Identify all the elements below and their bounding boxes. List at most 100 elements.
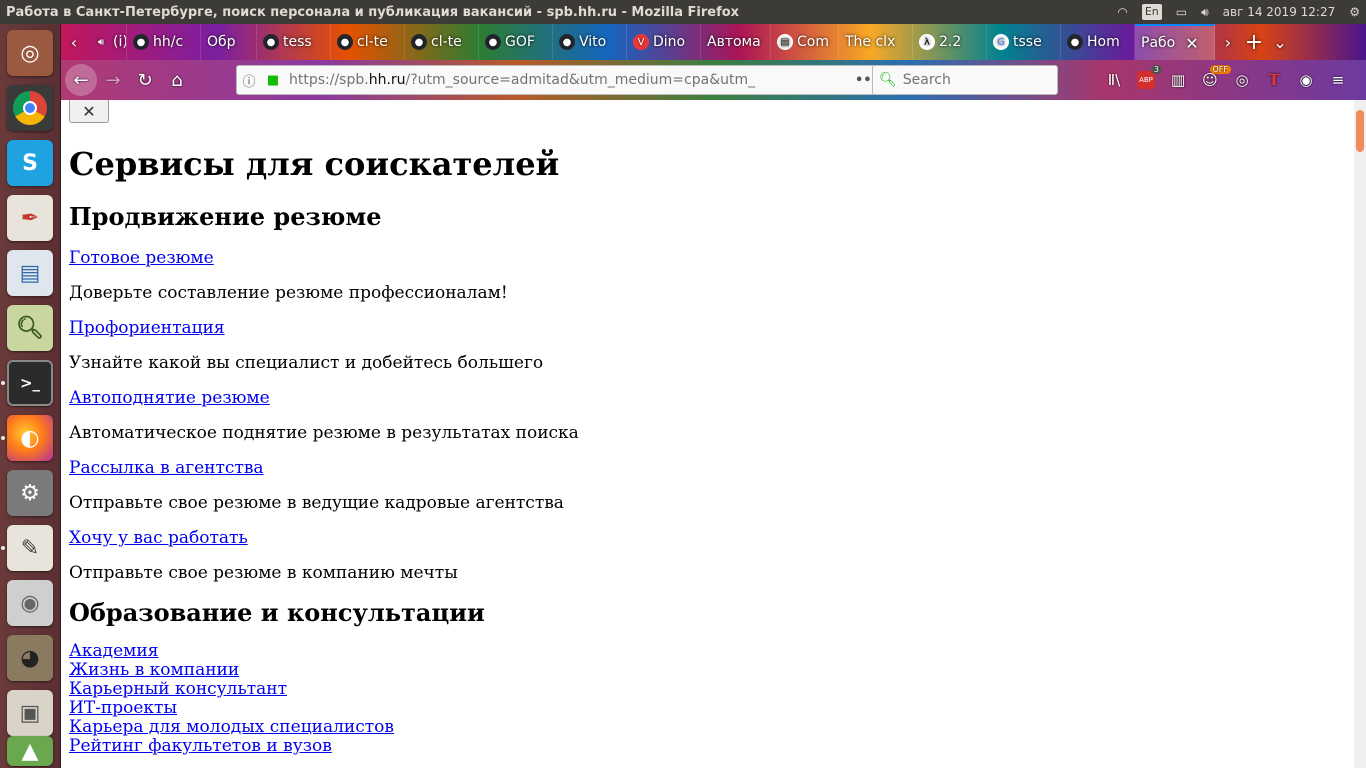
tab-label: cl-te <box>357 34 388 50</box>
account-icon[interactable]: ◉ <box>1293 67 1319 93</box>
wifi-icon[interactable]: ◠ <box>1117 5 1127 19</box>
new-tab-button[interactable]: + <box>1241 30 1267 55</box>
document-viewer-icon[interactable]: ✒ <box>7 195 53 241</box>
library-icon[interactable]: Ⅱ\ <box>1101 67 1127 93</box>
close-button[interactable]: ✕ <box>69 100 109 123</box>
home-button[interactable]: ⌂ <box>161 64 193 96</box>
education-link[interactable]: Карьерный консультант <box>69 680 1269 699</box>
globe-icon[interactable]: ◎ <box>1229 67 1255 93</box>
url-text[interactable]: https://spb.hh.ru/?utm_source=admitad&ut… <box>285 72 855 88</box>
tab-label: Com <box>797 34 829 50</box>
tab-label: Рабо <box>1141 35 1176 51</box>
browser-tab[interactable]: ● Hom <box>1061 24 1135 60</box>
google-icon: G <box>993 34 1009 50</box>
audio-icon: 🔊︎ <box>97 36 105 48</box>
browser-tab[interactable]: Рабо ✕ <box>1135 24 1215 60</box>
browser-tab[interactable]: ● Vito <box>553 24 627 60</box>
site-info-icon[interactable]: ⓘ <box>237 71 261 90</box>
tab-bar: ‹ 🔊︎ (i) ● hh/c Обр ● tess ● cl-te ● cl-te ● GOF ● Vit… <box>61 24 1366 60</box>
close-tab-icon[interactable]: ✕ <box>1185 34 1198 53</box>
service-link[interactable]: Хочу у вас работать <box>69 528 1269 548</box>
browser-tab[interactable]: ▤ Com <box>771 24 839 60</box>
section-title-education: Образование и консультации <box>69 598 485 627</box>
page-scrollbar[interactable] <box>1354 100 1366 768</box>
skype-icon[interactable]: S <box>7 140 53 186</box>
menu-hamburger-icon[interactable]: ≡ <box>1325 67 1351 93</box>
service-link[interactable]: Готовое резюме <box>69 248 1269 268</box>
browser-tab[interactable]: 🔊︎ (i) <box>87 24 127 60</box>
education-link[interactable]: Карьера для молодых специалистов <box>69 718 1269 737</box>
page-title: Сервисы для соискателей <box>69 145 560 183</box>
reload-button[interactable]: ↻ <box>129 64 161 96</box>
libreoffice-impress-icon[interactable]: ▤ <box>7 250 53 296</box>
browser-tab[interactable]: ● hh/c <box>127 24 201 60</box>
education-link[interactable]: ИТ-проекты <box>69 699 1269 718</box>
education-link[interactable]: Рейтинг факультетов и вузов <box>69 737 1269 756</box>
firefox-icon[interactable]: ◐ <box>7 415 53 461</box>
ubuntu-dash-icon[interactable]: ◎ <box>7 30 53 76</box>
toolbar-extensions: Ⅱ\ ABP 3 ▥ ☺ OFF ◎ T ◉ ≡ <box>1101 64 1351 96</box>
system-settings-icon[interactable]: ⚙ <box>7 470 53 516</box>
dvd-icon[interactable]: ◉ <box>7 580 53 626</box>
scrollbar-thumb[interactable] <box>1356 110 1364 152</box>
education-link[interactable]: Академия <box>69 642 1269 661</box>
service-link[interactable]: Автоподнятие резюме <box>69 388 1269 408</box>
translate-t-icon[interactable]: T <box>1261 67 1287 93</box>
extension-off-icon[interactable]: ☺ OFF <box>1197 65 1231 93</box>
service-description: Доверьте составление резюме профессионал… <box>69 283 508 303</box>
search-bar[interactable]: 🔍︎ Search <box>872 65 1058 95</box>
github-icon: ● <box>133 34 149 50</box>
window-title: Работа в Санкт-Петербурге, поиск персона… <box>6 4 740 20</box>
scroll-tabs-left-icon[interactable]: ‹ <box>61 33 87 52</box>
page-content: ✕ Сервисы для соискателей Продвижение ре… <box>61 100 1354 768</box>
education-link[interactable]: Жизнь в компании <box>69 661 1269 680</box>
browser-tab[interactable]: ● tess <box>257 24 331 60</box>
settings-gear-icon[interactable]: ⚙ <box>1349 5 1360 19</box>
clock[interactable]: авг 14 2019 12:27 <box>1223 5 1336 19</box>
text-editor-icon[interactable]: ✎ <box>7 525 53 571</box>
browser-tab[interactable]: ● GOF <box>479 24 553 60</box>
unity-launcher: ◎ S ✒ ▤ 🔍︎ >_ ◐ ⚙ ✎ ◉ ◕ ▣ ▲ <box>0 24 61 768</box>
service-link[interactable]: Профориентация <box>69 318 1269 338</box>
forward-button[interactable]: → <box>97 64 129 96</box>
content-area: Сервисы для соискателей Продвижение резю… <box>69 144 1269 756</box>
secure-lock-icon[interactable]: ■ <box>261 73 285 88</box>
browser-tab[interactable]: Обр <box>201 24 257 60</box>
browser-tab[interactable]: ● cl-te <box>405 24 479 60</box>
search-input[interactable]: Search <box>903 72 951 88</box>
url-bar[interactable]: ⓘ ■ https://spb.hh.ru/?utm_source=admita… <box>236 65 928 95</box>
service-description: Отправьте свое резюме в компанию мечты <box>69 563 458 583</box>
terminal-icon[interactable]: >_ <box>7 360 53 406</box>
chrome-icon[interactable] <box>7 85 53 131</box>
top-panel: Работа в Санкт-Петербурге, поиск персона… <box>0 0 1366 24</box>
browser-tab[interactable]: ● cl-te <box>331 24 405 60</box>
tab-label: cl-te <box>431 34 462 50</box>
running-indicator <box>1 436 5 440</box>
browser-tab[interactable]: V Dino <box>627 24 701 60</box>
back-button[interactable]: ← <box>65 64 97 96</box>
browser-tab[interactable]: Автома <box>701 24 771 60</box>
tab-label: Dino <box>653 34 686 50</box>
battery-icon[interactable]: ▭ <box>1176 5 1187 19</box>
sidebar-icon[interactable]: ▥ <box>1165 67 1191 93</box>
tab-label: 2.2 <box>939 34 962 50</box>
vivaldi-icon: V <box>633 34 649 50</box>
gimp-icon[interactable]: ◕ <box>7 635 53 681</box>
system-tray: ◠ En ▭ 🔊︎ авг 14 2019 12:27 ⚙ <box>1117 4 1366 20</box>
image-viewer-icon[interactable]: 🔍︎ <box>7 305 53 351</box>
service-link[interactable]: Рассылка в агентства <box>69 458 1269 478</box>
service-description: Автоматическое поднятие резюме в результ… <box>69 423 579 443</box>
browser-tab[interactable]: The clx <box>839 24 913 60</box>
tab-list-chevron-down-icon[interactable]: ⌄ <box>1267 33 1293 52</box>
adblock-plus-icon[interactable]: ABP 3 <box>1133 65 1162 93</box>
scroll-tabs-right-icon[interactable]: › <box>1215 33 1241 52</box>
software-updater-icon[interactable]: ▲ <box>7 736 53 766</box>
github-icon: ● <box>1067 34 1083 50</box>
volume-icon[interactable]: 🔊︎ <box>1201 5 1209 20</box>
files-icon[interactable]: ▣ <box>7 690 53 736</box>
browser-tab[interactable]: λ 2.2 <box>913 24 987 60</box>
keyboard-layout-indicator[interactable]: En <box>1141 4 1162 20</box>
search-engine-icon[interactable]: 🔍︎ <box>879 72 897 88</box>
tab-label: tsse <box>1013 34 1042 50</box>
browser-tab[interactable]: Gtsse <box>987 24 1061 60</box>
